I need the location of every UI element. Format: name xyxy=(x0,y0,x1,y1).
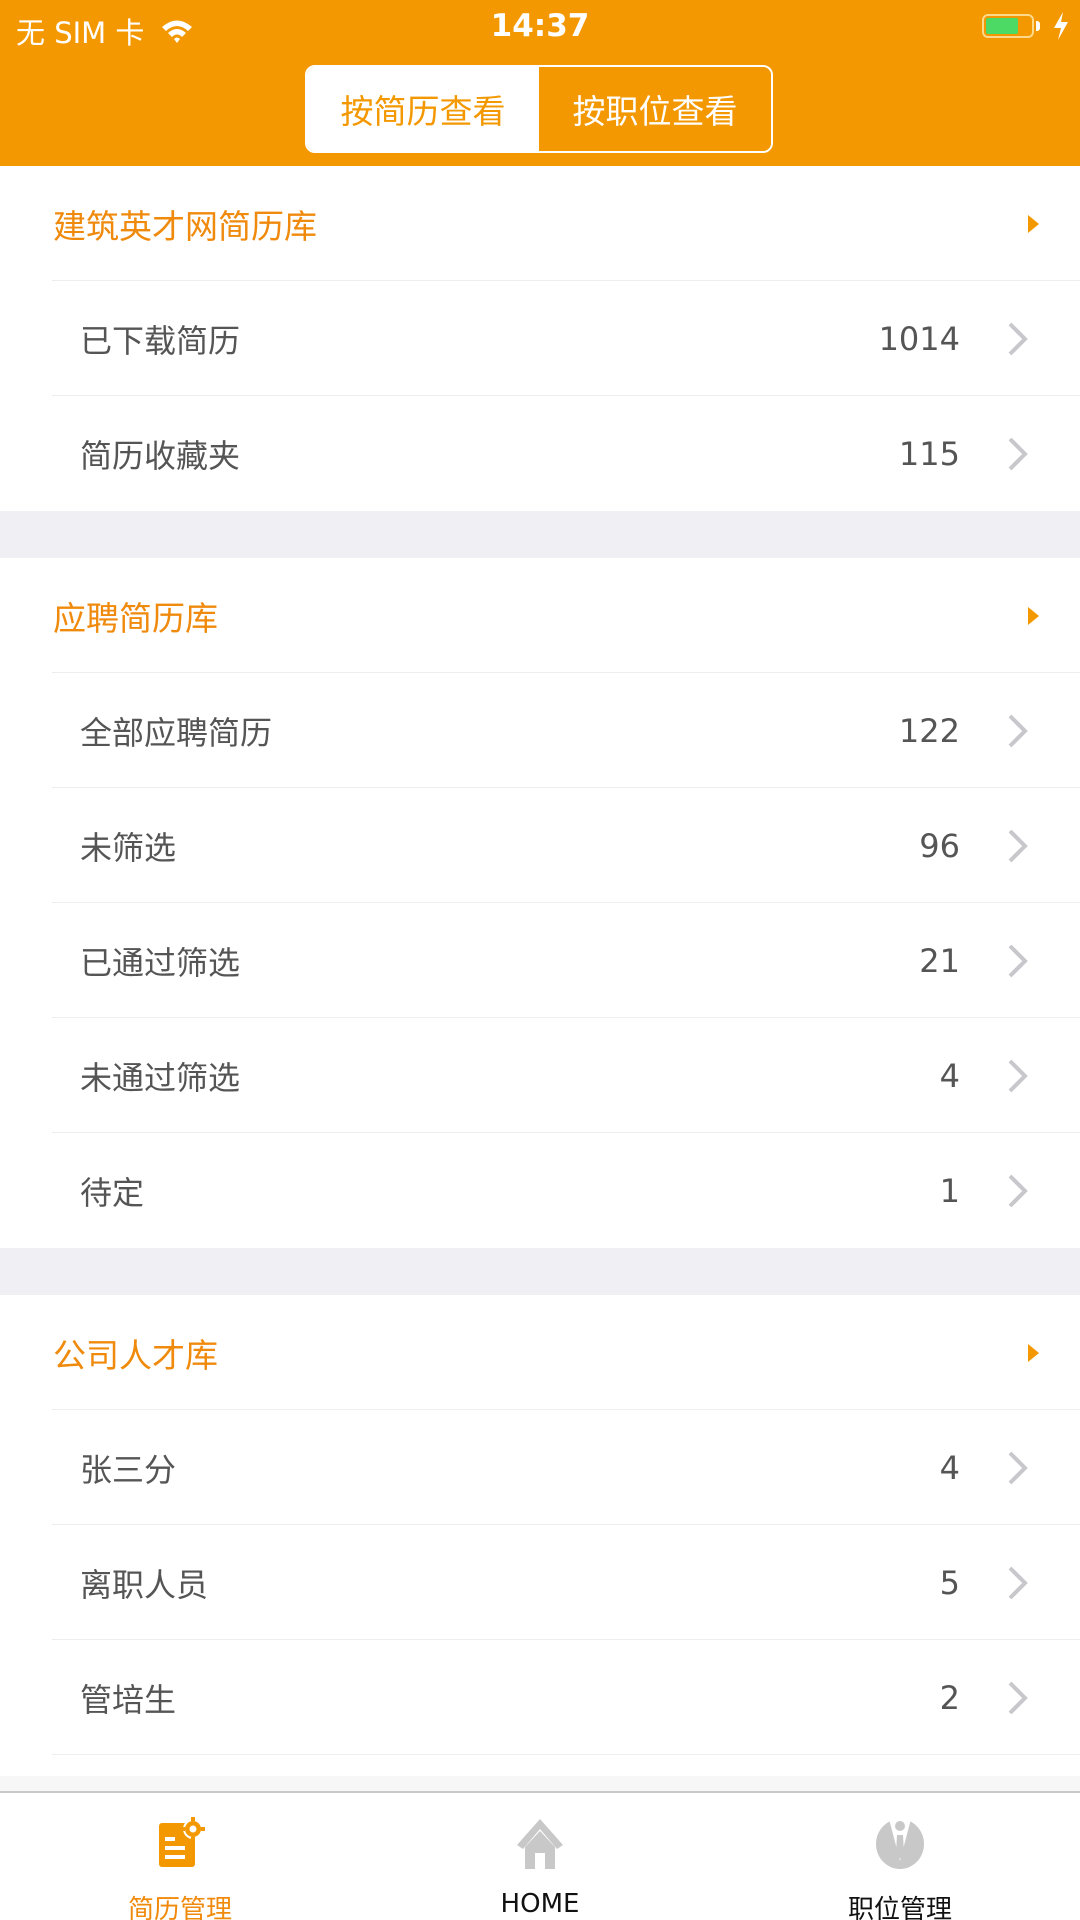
item-count: 1014 xyxy=(878,319,960,358)
bottom-tab-bar: 简历管理 HOME 职位管理 xyxy=(0,1776,1080,1920)
chevron-right-icon xyxy=(1008,1174,1028,1207)
battery-icon xyxy=(982,14,1034,38)
section-zhuzhu-resume-library: 建筑英才网简历库 已下载简历 1014 简历收藏夹 115 xyxy=(0,166,1080,511)
list-item[interactable]: 张三分 4 xyxy=(0,1410,1080,1525)
list-item[interactable]: 已下载简历 1014 xyxy=(0,281,1080,396)
resume-manage-icon xyxy=(159,1817,205,1867)
section-title: 公司人才库 xyxy=(53,1335,218,1375)
item-label: 简历收藏夹 xyxy=(80,436,241,475)
section-application-resume-library: 应聘简历库 全部应聘简历 122 未筛选 96 已通过筛选 21 未通过筛选 4… xyxy=(0,558,1080,1248)
item-label: 离职人员 xyxy=(80,1565,209,1604)
segment-by-position[interactable]: 按职位查看 xyxy=(539,67,771,151)
section-header[interactable]: 公司人才库 xyxy=(0,1295,1080,1410)
section-title: 建筑英才网简历库 xyxy=(53,206,317,246)
item-label: 已通过筛选 xyxy=(80,943,241,982)
triangle-right-icon xyxy=(1028,606,1039,625)
item-label: 待定 xyxy=(80,1173,145,1212)
item-count: 115 xyxy=(898,434,960,473)
section-header[interactable]: 应聘简历库 xyxy=(0,558,1080,673)
chevron-right-icon xyxy=(1008,829,1028,862)
triangle-right-icon xyxy=(1028,1343,1039,1362)
item-count: 1 xyxy=(939,1171,960,1210)
section-title: 应聘简历库 xyxy=(53,598,218,638)
list-item[interactable]: 未筛选 96 xyxy=(0,788,1080,903)
chevron-right-icon xyxy=(1008,322,1028,355)
section-header[interactable]: 建筑英才网简历库 xyxy=(0,166,1080,281)
chevron-right-icon xyxy=(1008,1681,1028,1714)
list-item[interactable]: 待定 1 xyxy=(0,1133,1080,1248)
charging-bolt-icon xyxy=(1054,12,1068,40)
battery-level xyxy=(986,18,1018,34)
list-item[interactable]: 离职人员 5 xyxy=(0,1525,1080,1640)
item-label: 全部应聘简历 xyxy=(80,713,273,752)
job-manage-icon xyxy=(876,1819,924,1869)
chevron-right-icon xyxy=(1008,714,1028,747)
tab-resume-management[interactable]: 简历管理 xyxy=(0,1793,360,1920)
navigation-bar: 无 SIM 卡 14:37 按简历查看 按职位查看 xyxy=(0,0,1080,166)
item-count: 96 xyxy=(919,826,960,865)
item-label: 未筛选 xyxy=(80,828,177,867)
tab-label: HOME xyxy=(500,1889,580,1919)
status-bar: 无 SIM 卡 14:37 xyxy=(0,0,1080,52)
resume-library-list: 建筑英才网简历库 已下载简历 1014 简历收藏夹 115 应聘简历库 全部应聘… xyxy=(0,166,1080,1791)
list-item[interactable]: 全部应聘简历 122 xyxy=(0,673,1080,788)
chevron-right-icon xyxy=(1008,1059,1028,1092)
item-label: 已下载简历 xyxy=(80,321,241,360)
tab-home[interactable]: HOME xyxy=(360,1793,720,1920)
item-count: 2 xyxy=(939,1678,960,1717)
list-item[interactable]: 已通过筛选 21 xyxy=(0,903,1080,1018)
chevron-right-icon xyxy=(1008,437,1028,470)
item-count: 4 xyxy=(939,1056,960,1095)
item-count: 21 xyxy=(919,941,960,980)
tab-label: 职位管理 xyxy=(847,1895,952,1920)
list-item[interactable]: 未通过筛选 4 xyxy=(0,1018,1080,1133)
section-company-talent-pool: 公司人才库 张三分 4 离职人员 5 管培生 2 xyxy=(0,1295,1080,1791)
chevron-right-icon xyxy=(1008,944,1028,977)
item-label: 张三分 xyxy=(80,1450,177,1489)
chevron-right-icon xyxy=(1008,1566,1028,1599)
status-time: 14:37 xyxy=(490,8,590,44)
item-count: 122 xyxy=(898,711,960,750)
home-icon xyxy=(517,1819,563,1869)
section-gap xyxy=(0,511,1080,558)
tab-label: 简历管理 xyxy=(127,1895,232,1920)
section-gap xyxy=(0,1248,1080,1295)
battery-tip xyxy=(1036,21,1040,31)
item-count: 5 xyxy=(939,1563,960,1602)
list-item[interactable]: 管培生 2 xyxy=(0,1640,1080,1755)
list-item[interactable]: 简历收藏夹 115 xyxy=(0,396,1080,511)
item-label: 未通过筛选 xyxy=(80,1058,241,1097)
triangle-right-icon xyxy=(1028,214,1039,233)
chevron-right-icon xyxy=(1008,1451,1028,1484)
item-count: 4 xyxy=(939,1448,960,1487)
item-label: 管培生 xyxy=(80,1680,177,1719)
segment-by-resume[interactable]: 按简历查看 xyxy=(307,67,539,151)
tab-position-management[interactable]: 职位管理 xyxy=(720,1793,1080,1920)
view-mode-segmented-control: 按简历查看 按职位查看 xyxy=(305,65,773,153)
